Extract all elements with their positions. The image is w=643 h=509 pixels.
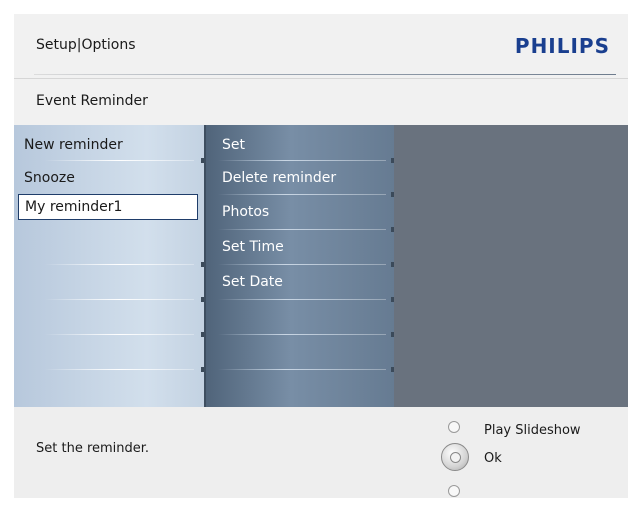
page-title: Event Reminder	[36, 93, 148, 109]
row-divider	[218, 299, 386, 300]
down-button-icon	[448, 485, 460, 497]
menu-item-snooze[interactable]: Snooze	[14, 161, 204, 195]
menu-item-delete-reminder[interactable]: Delete reminder	[206, 161, 394, 195]
menu-item-set-date[interactable]: Set Date	[206, 265, 394, 299]
row-divider	[44, 369, 194, 370]
row-divider	[44, 264, 194, 265]
menu-item-my-reminder1[interactable]: My reminder1	[18, 194, 198, 220]
navigation-pad-icon	[434, 421, 474, 498]
play-slideshow-hint: Play Slideshow	[484, 423, 581, 438]
menu-column-3-empty	[394, 125, 628, 407]
footer-bar: Set the reminder. Play Slideshow Ok	[14, 407, 628, 498]
header-divider	[34, 74, 616, 75]
menu-column-1: New reminder Snooze My reminder1	[14, 125, 204, 407]
menu-item-new-reminder[interactable]: New reminder	[14, 128, 204, 162]
philips-logo: PHILIPS	[514, 34, 610, 58]
header-bar: Setup|Options PHILIPS	[14, 14, 628, 78]
row-divider	[44, 299, 194, 300]
menu-item-set[interactable]: Set	[206, 128, 394, 162]
ok-button-center-icon	[450, 452, 461, 463]
help-text: Set the reminder.	[36, 441, 150, 456]
sub-header-bar: Event Reminder	[14, 78, 628, 125]
ok-button-icon	[441, 443, 469, 471]
menu-item-set-time[interactable]: Set Time	[206, 230, 394, 264]
menu-item-photos[interactable]: Photos	[206, 195, 394, 229]
row-divider	[218, 334, 386, 335]
photo-frame-screen: Setup|Options PHILIPS Event Reminder New…	[14, 14, 628, 498]
row-divider	[218, 369, 386, 370]
up-button-icon	[448, 421, 460, 433]
row-divider	[44, 334, 194, 335]
breadcrumb: Setup|Options	[36, 37, 136, 53]
menu-area: New reminder Snooze My reminder1 Set Del…	[14, 125, 628, 407]
ok-hint: Ok	[484, 451, 502, 466]
menu-column-2: Set Delete reminder Photos Set Time Set …	[204, 125, 394, 407]
